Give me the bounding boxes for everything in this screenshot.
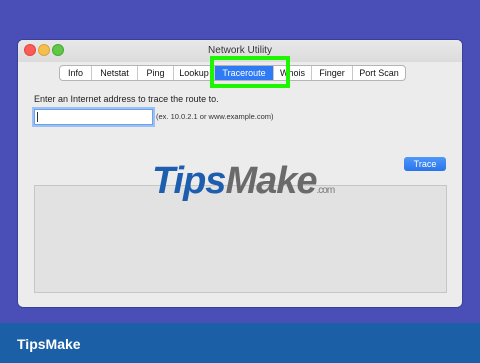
watermark-tips: Tips	[152, 160, 226, 202]
address-input[interactable]	[34, 109, 153, 125]
text-caret	[37, 112, 38, 122]
tab-info[interactable]: Info	[60, 66, 92, 80]
footer-bar: TipsMake	[0, 323, 480, 363]
tab-lookup[interactable]: Lookup	[174, 66, 215, 80]
watermark-logo: TipsMake.com	[152, 160, 336, 203]
tab-port-scan[interactable]: Port Scan	[353, 66, 405, 80]
tab-finger[interactable]: Finger	[312, 66, 353, 80]
watermark-make: Make	[225, 160, 317, 202]
address-example-hint: (ex. 10.0.2.1 or www.example.com)	[156, 112, 274, 121]
tab-netstat[interactable]: Netstat	[92, 66, 138, 80]
trace-button[interactable]: Trace	[404, 157, 446, 171]
window-title: Network Utility	[208, 45, 272, 56]
footer-brand: TipsMake	[17, 336, 81, 352]
trace-prompt: Enter an Internet address to trace the r…	[34, 94, 219, 104]
traceroute-tab-highlight	[210, 56, 290, 88]
watermark-suffix: .com	[316, 185, 336, 196]
tab-ping[interactable]: Ping	[138, 66, 174, 80]
